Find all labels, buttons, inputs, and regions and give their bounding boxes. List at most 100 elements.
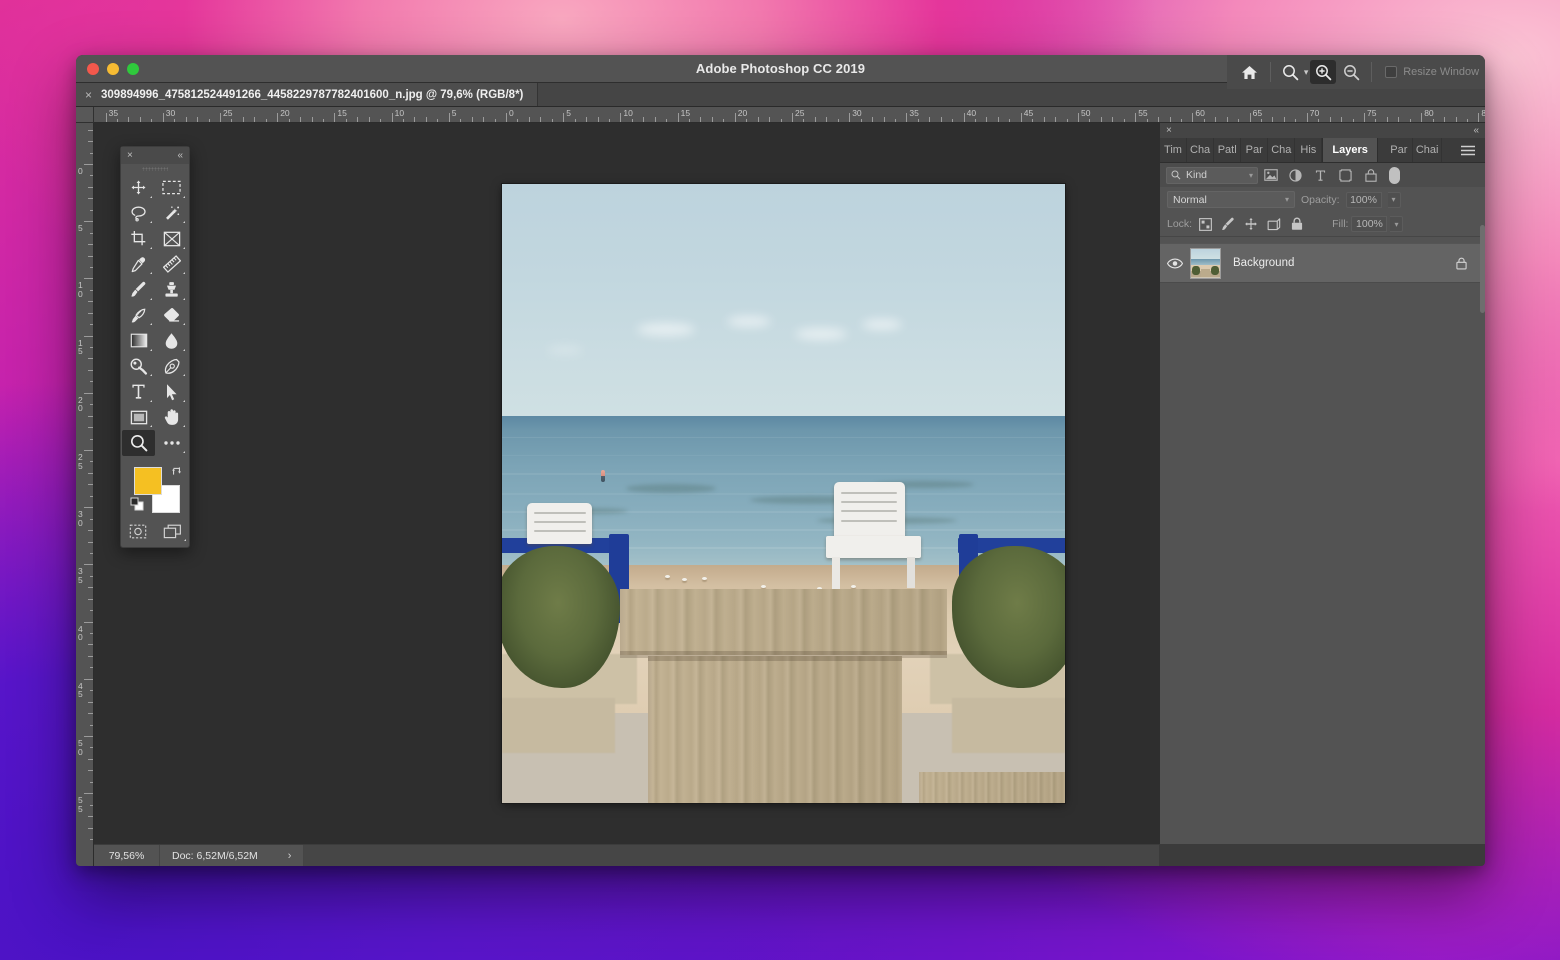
default-colors-icon[interactable]: [130, 497, 144, 516]
resize-windows-checkbox[interactable]: [1385, 66, 1397, 78]
type-filter-icon[interactable]: [1308, 165, 1333, 185]
panel-tab-chai[interactable]: Chai: [1413, 138, 1443, 162]
close-document-icon[interactable]: ×: [85, 88, 92, 102]
adjustment-filter-icon[interactable]: [1283, 165, 1308, 185]
panel-tab-his[interactable]: His: [1295, 138, 1322, 162]
crop-tool[interactable]: [122, 226, 155, 252]
chevron-down-icon[interactable]: ▾: [1304, 67, 1309, 78]
ruler-tick-minor: [88, 358, 93, 359]
zoom-level[interactable]: 79,56%: [94, 845, 160, 866]
document-tab[interactable]: × 309894996_475812524491266_445822978778…: [76, 83, 538, 106]
rectangle-tool[interactable]: [122, 405, 155, 431]
pixel-filter-icon[interactable]: [1258, 165, 1283, 185]
rectangular-marquee-tool[interactable]: [155, 175, 188, 201]
opacity-value[interactable]: 100%: [1346, 192, 1382, 208]
frame-tool[interactable]: [155, 226, 188, 252]
minimize-window-button[interactable]: [107, 63, 119, 75]
move-tool[interactable]: [122, 175, 155, 201]
ruler-tick-minor: [174, 119, 175, 122]
tools-panel-grip[interactable]: [121, 164, 189, 173]
ruler-tick: [1478, 113, 1479, 122]
history-brush-tool[interactable]: [122, 303, 155, 329]
blend-mode-select[interactable]: Normal ▾: [1167, 191, 1295, 208]
panel-scrollbar[interactable]: [1480, 225, 1485, 313]
ruler-tick: [849, 113, 850, 122]
hand-tool[interactable]: [155, 405, 188, 431]
ruler-tick-minor: [88, 656, 93, 657]
panel-tab-tim[interactable]: Tim: [1160, 138, 1187, 162]
foreground-color-swatch[interactable]: [134, 467, 162, 495]
zoom-tool[interactable]: [122, 430, 155, 456]
path-selection-tool[interactable]: [155, 379, 188, 405]
ruler-tick-minor: [815, 117, 816, 122]
lock-all-icon[interactable]: [1287, 215, 1307, 233]
zoom-in-icon[interactable]: [1310, 60, 1336, 84]
layer-visibility-toggle[interactable]: [1160, 258, 1190, 269]
layer-filter-kind-label: Kind: [1186, 169, 1207, 181]
ruler-label: 15: [78, 339, 87, 356]
layer-filter-kind-select[interactable]: Kind ▾: [1166, 167, 1258, 184]
eraser-tool[interactable]: [155, 303, 188, 329]
type-tool[interactable]: [122, 379, 155, 405]
gradient-tool[interactable]: [122, 328, 155, 354]
maximize-window-button[interactable]: [127, 63, 139, 75]
close-window-button[interactable]: [87, 63, 99, 75]
edit-toolbar-tool[interactable]: [155, 430, 188, 456]
tools-panel-collapse-icon[interactable]: «: [177, 151, 183, 161]
ruler-tick: [506, 113, 507, 122]
panel-tab-layers[interactable]: Layers: [1322, 138, 1377, 162]
panel-tab-cha[interactable]: Cha: [1268, 138, 1295, 162]
fill-value[interactable]: 100%: [1351, 216, 1387, 232]
home-icon[interactable]: [1237, 60, 1263, 84]
layer-thumbnail[interactable]: [1190, 248, 1221, 279]
swap-colors-icon[interactable]: [171, 464, 183, 482]
panel-tab-patl[interactable]: Patl: [1214, 138, 1241, 162]
ruler-tick-minor: [88, 759, 93, 760]
layer-row[interactable]: Background: [1160, 243, 1485, 283]
lock-artboard-nesting-icon[interactable]: [1264, 215, 1284, 233]
ruler-tick-minor: [88, 542, 93, 543]
lock-image-pixels-icon[interactable]: [1218, 215, 1238, 233]
opacity-chevron-down-icon[interactable]: ▾: [1388, 192, 1401, 208]
canvas-area[interactable]: [94, 123, 1159, 844]
lasso-tool[interactable]: [122, 201, 155, 227]
ruler-tick-minor: [90, 496, 93, 497]
pen-tool[interactable]: [155, 354, 188, 380]
panel-tab-cha[interactable]: Cha: [1187, 138, 1214, 162]
dock-collapse-icon[interactable]: «: [1473, 126, 1479, 136]
ruler-tick-minor: [872, 117, 873, 122]
ruler-origin-corner[interactable]: [76, 107, 94, 123]
layer-name[interactable]: Background: [1233, 257, 1294, 269]
status-expand-icon[interactable]: ›: [288, 850, 292, 862]
quick-mask-icon[interactable]: [121, 519, 155, 545]
document-info[interactable]: Doc: 6,52M/6,52M ›: [160, 845, 304, 866]
vertical-ruler[interactable]: 50510152025303540455055: [76, 123, 94, 866]
lock-transparent-pixels-icon[interactable]: [1195, 215, 1215, 233]
brush-tool[interactable]: [122, 277, 155, 303]
panel-tab-par[interactable]: Par: [1241, 138, 1268, 162]
filter-enable-toggle[interactable]: [1389, 167, 1400, 184]
lock-position-icon[interactable]: [1241, 215, 1261, 233]
tools-panel-close-icon[interactable]: ×: [127, 151, 133, 161]
fill-chevron-down-icon[interactable]: ▾: [1390, 216, 1403, 232]
shape-filter-icon[interactable]: [1333, 165, 1358, 185]
zoom-out-icon[interactable]: [1338, 60, 1364, 84]
ruler-tool[interactable]: [155, 252, 188, 278]
dock-close-icon[interactable]: ×: [1166, 126, 1172, 136]
horizontal-ruler[interactable]: 3530252015105051015202530354045505560657…: [94, 107, 1485, 123]
zoom-tool-icon[interactable]: [1278, 60, 1304, 84]
magic-wand-tool[interactable]: [155, 201, 188, 227]
dodge-tool[interactable]: [122, 354, 155, 380]
panel-tab-par[interactable]: Par: [1386, 138, 1413, 162]
smart-object-filter-icon[interactable]: [1358, 165, 1383, 185]
eyedropper-tool[interactable]: [122, 252, 155, 278]
ruler-tick-minor: [323, 119, 324, 122]
resize-windows-option[interactable]: Resize Window: [1385, 66, 1479, 78]
document-image[interactable]: [502, 184, 1065, 803]
blur-tool[interactable]: [155, 328, 188, 354]
screen-mode-icon[interactable]: [155, 519, 189, 545]
ruler-tick-minor: [1215, 117, 1216, 122]
panel-menu-icon[interactable]: [1451, 138, 1485, 162]
ruler-tick-minor: [1387, 117, 1388, 122]
clone-stamp-tool[interactable]: [155, 277, 188, 303]
